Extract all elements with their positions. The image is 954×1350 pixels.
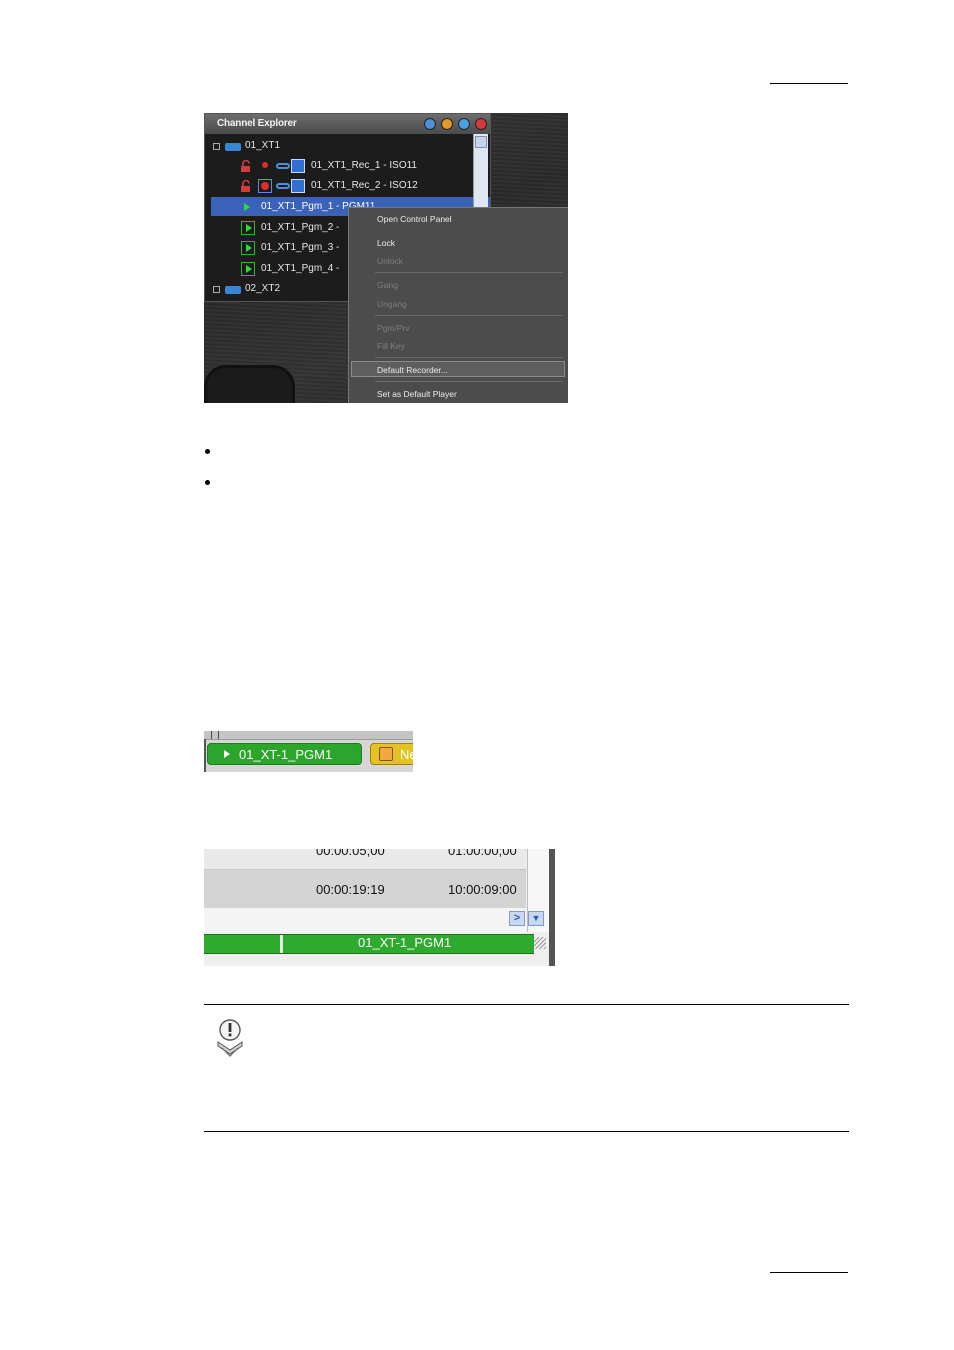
scroll-down-icon[interactable]: ▼ <box>528 911 544 926</box>
header-rule <box>770 83 848 84</box>
menu-item-ungang[interactable]: Ungang <box>377 299 407 309</box>
menu-item-gang[interactable]: Gang <box>377 280 398 290</box>
menu-item-open-control-panel[interactable]: Open Control Panel <box>377 214 452 224</box>
unlocked-icon <box>241 160 250 172</box>
device-shape <box>204 365 295 403</box>
track-divider <box>280 935 283 953</box>
expand-icon[interactable] <box>213 286 220 293</box>
tree-item-label: 02_XT2 <box>245 283 281 294</box>
list-empty-area <box>204 908 526 932</box>
scroll-right-icon[interactable]: > <box>509 911 525 926</box>
list-row[interactable]: 00:00:19:19 10:00:09:00 <box>204 869 526 908</box>
player-icon <box>241 262 255 276</box>
timeline-list-screenshot: 00:00:05;00 01:00:00;00 00:00:19:19 10:0… <box>204 849 555 966</box>
bullet <box>205 480 210 485</box>
menu-separator <box>375 272 563 273</box>
next-tab[interactable]: Ne <box>370 743 413 765</box>
duration-cell: 00:00:05;00 <box>316 849 385 858</box>
tc-in-cell: 10:00:09:00 <box>448 882 517 897</box>
record-dot-icon <box>262 162 268 168</box>
close-icon[interactable] <box>475 118 487 130</box>
menu-item-fill-key[interactable]: Fill Key <box>377 341 405 351</box>
player-track-label: 01_XT-1_PGM1 <box>358 935 452 950</box>
tree-item-recorder[interactable]: 01_XT1_Rec_1 - ISO11 <box>205 156 473 176</box>
bullet <box>205 449 210 454</box>
note-icon <box>217 1019 243 1057</box>
link-icon <box>276 163 290 169</box>
menu-item-default-recorder[interactable]: Default Recorder... <box>377 365 448 375</box>
channel-explorer-title: Channel Explorer <box>217 118 297 129</box>
player-icon <box>241 241 255 255</box>
maximize-icon[interactable] <box>458 118 470 130</box>
tree-item-label: 01_XT1_Rec_1 - ISO11 <box>311 160 417 171</box>
tab-strip-marker <box>211 731 219 739</box>
tab-strip-top <box>204 731 413 740</box>
menu-separator <box>375 357 563 358</box>
menu-item-pgm-prv[interactable]: Pgm/Prv <box>377 323 410 333</box>
player-channel-label: 01_XT-1_PGM1 <box>239 747 333 762</box>
channel-explorer-screenshot: Channel Explorer 01_XT1 01_XT1_Rec_1 - I… <box>204 113 568 403</box>
play-icon <box>224 750 230 758</box>
player-track-bar[interactable]: 01_XT-1_PGM1 <box>204 934 534 954</box>
resize-grip-icon[interactable] <box>534 937 546 949</box>
recorder-icon <box>291 179 305 193</box>
play-icon <box>244 203 250 211</box>
settings-icon[interactable] <box>441 118 453 130</box>
record-dot-icon <box>261 182 269 190</box>
clipboard-icon <box>379 747 393 761</box>
server-icon <box>225 143 241 151</box>
menu-item-unlock[interactable]: Unlock <box>377 256 403 266</box>
tree-item-label: 01_XT1_Pgm_3 - <box>261 242 340 253</box>
link-icon <box>276 183 290 189</box>
server-icon <box>225 286 241 294</box>
menu-separator <box>375 315 563 316</box>
tree-item-label: 01_XT1 <box>245 140 281 151</box>
left-edge <box>204 739 206 772</box>
channel-explorer-titlebar[interactable]: Channel Explorer <box>205 114 490 134</box>
tree-item-label: 01_XT1_Rec_2 - ISO12 <box>311 180 418 191</box>
right-edge <box>549 849 555 966</box>
tc-in-cell: 01:00:00;00 <box>448 849 517 858</box>
tree-scrollbar[interactable] <box>473 134 488 209</box>
list-row[interactable]: 00:00:05;00 01:00:00;00 <box>204 849 526 869</box>
footer-rule <box>770 1272 848 1273</box>
menu-item-lock[interactable]: Lock <box>377 238 395 248</box>
tree-item-label: 01_XT1_Pgm_4 - <box>261 263 340 274</box>
collapse-icon[interactable] <box>213 143 220 150</box>
player-tab-screenshot: 01_XT-1_PGM1 Ne <box>204 731 413 772</box>
note-bottom-rule <box>204 1131 849 1132</box>
tree-item-server[interactable]: 01_XT1 <box>205 136 473 156</box>
note-top-rule <box>204 1004 849 1005</box>
context-menu: Open Control Panel Lock Unlock Gang Unga… <box>348 207 568 403</box>
help-icon[interactable] <box>424 118 436 130</box>
unlocked-icon <box>241 180 250 192</box>
recorder-icon <box>291 159 305 173</box>
next-tab-label: Ne <box>400 747 413 762</box>
menu-separator <box>375 381 563 382</box>
player-channel-tab[interactable]: 01_XT-1_PGM1 <box>207 743 362 765</box>
tree-item-recorder[interactable]: 01_XT1_Rec_2 - ISO12 <box>205 176 473 196</box>
duration-cell: 00:00:19:19 <box>316 882 385 897</box>
scroll-up-icon[interactable] <box>475 136 487 148</box>
menu-item-set-default-player[interactable]: Set as Default Player <box>377 389 457 399</box>
player-icon <box>241 221 255 235</box>
tree-item-label: 01_XT1_Pgm_2 - <box>261 222 340 233</box>
